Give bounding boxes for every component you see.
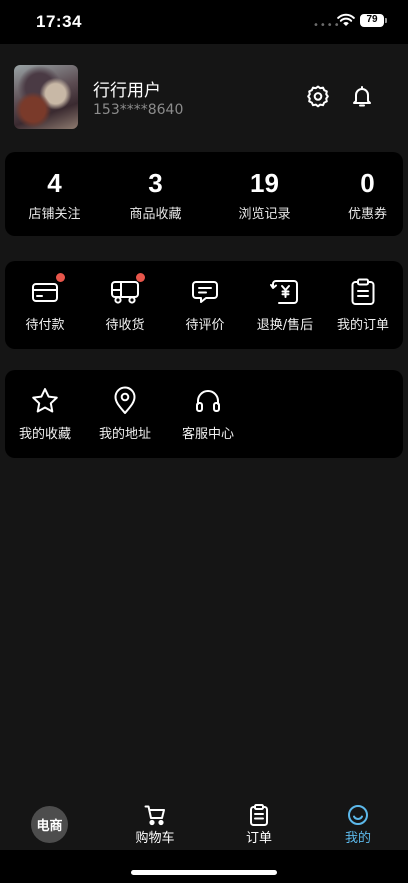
profile-header <box>0 44 408 144</box>
bell-icon <box>353 86 371 107</box>
stat-value: 19 <box>250 168 279 198</box>
stat-label: 店铺关注 <box>28 207 81 222</box>
gear-icon <box>307 85 329 108</box>
order-my-orders[interactable]: 我的订单 <box>323 261 403 333</box>
stat-label: 优惠券 <box>347 207 387 222</box>
tool-my-address[interactable]: 我的地址 <box>85 370 165 442</box>
wifi-icon <box>337 13 355 26</box>
badge-dot <box>56 273 65 282</box>
stat-value: 3 <box>148 168 163 198</box>
tools-card: 我的收藏 我的地址 客服中心 <box>5 370 403 458</box>
stat-value: 0 <box>360 168 375 198</box>
status-time: 17:34 <box>36 12 82 31</box>
settings-button[interactable] <box>304 82 332 110</box>
stats-card: 4 店铺关注 3 商品收藏 19 浏览记录 0 优惠券 <box>5 152 403 236</box>
headset-icon <box>196 390 220 412</box>
home-indicator-area <box>0 850 408 883</box>
status-bar: 17:34 •••• 79 <box>0 0 408 44</box>
order-label: 待付款 <box>25 318 65 333</box>
tab-ecommerce-home[interactable]: 电商 <box>31 806 68 843</box>
tab-label: 购物车 <box>135 831 175 846</box>
yen-return-icon <box>270 280 298 304</box>
stat-label: 浏览记录 <box>238 207 291 222</box>
battery-indicator: 79 <box>360 14 384 27</box>
clipboard-icon <box>351 278 375 305</box>
notification-button[interactable] <box>348 82 376 110</box>
tab-orders[interactable]: 订单 <box>219 792 299 846</box>
stat-browse-history[interactable]: 19 浏览记录 <box>215 152 314 222</box>
card-icon <box>32 283 58 302</box>
tab-label: 订单 <box>245 831 272 846</box>
orders-card: 待付款 待收货 待评价 退换/售后 我的订单 <box>5 261 403 349</box>
location-pin-icon <box>114 386 136 414</box>
comment-icon <box>192 281 218 303</box>
order-pending-review[interactable]: 待评价 <box>165 261 245 333</box>
order-label: 退换/售后 <box>256 318 314 333</box>
truck-icon <box>111 281 139 304</box>
order-pending-receipt[interactable]: 待收货 <box>85 261 165 333</box>
username: 行行用户 <box>93 81 161 101</box>
stat-value: 4 <box>47 168 62 198</box>
tab-mine[interactable]: 我的 <box>318 792 398 846</box>
tab-cart[interactable]: 购物车 <box>115 792 195 846</box>
tool-label: 我的地址 <box>98 427 151 442</box>
tool-my-favorites[interactable]: 我的收藏 <box>5 370 85 442</box>
home-indicator[interactable] <box>131 870 277 875</box>
tool-customer-service[interactable]: 客服中心 <box>168 370 248 442</box>
clipboard-icon <box>250 804 268 826</box>
phone-number: 153****8640 <box>93 102 184 118</box>
cart-icon <box>144 805 165 826</box>
battery-tip <box>385 18 387 23</box>
star-icon <box>32 388 58 413</box>
smile-icon <box>348 805 368 825</box>
avatar[interactable] <box>14 65 78 129</box>
order-after-sales[interactable]: 退换/售后 <box>245 261 325 333</box>
stat-store-follow[interactable]: 4 店铺关注 <box>5 152 104 222</box>
order-label: 待评价 <box>185 318 225 333</box>
order-label: 我的订单 <box>336 318 389 333</box>
stat-coupons[interactable]: 0 优惠券 <box>318 152 408 222</box>
order-label: 待收货 <box>105 318 145 333</box>
stat-product-favorites[interactable]: 3 商品收藏 <box>106 152 205 222</box>
badge-dot <box>136 273 145 282</box>
tool-label: 我的收藏 <box>18 427 71 442</box>
order-pending-payment[interactable]: 待付款 <box>5 261 85 333</box>
tab-label: 我的 <box>344 831 371 846</box>
stat-label: 商品收藏 <box>129 207 182 222</box>
tool-label: 客服中心 <box>181 427 234 442</box>
